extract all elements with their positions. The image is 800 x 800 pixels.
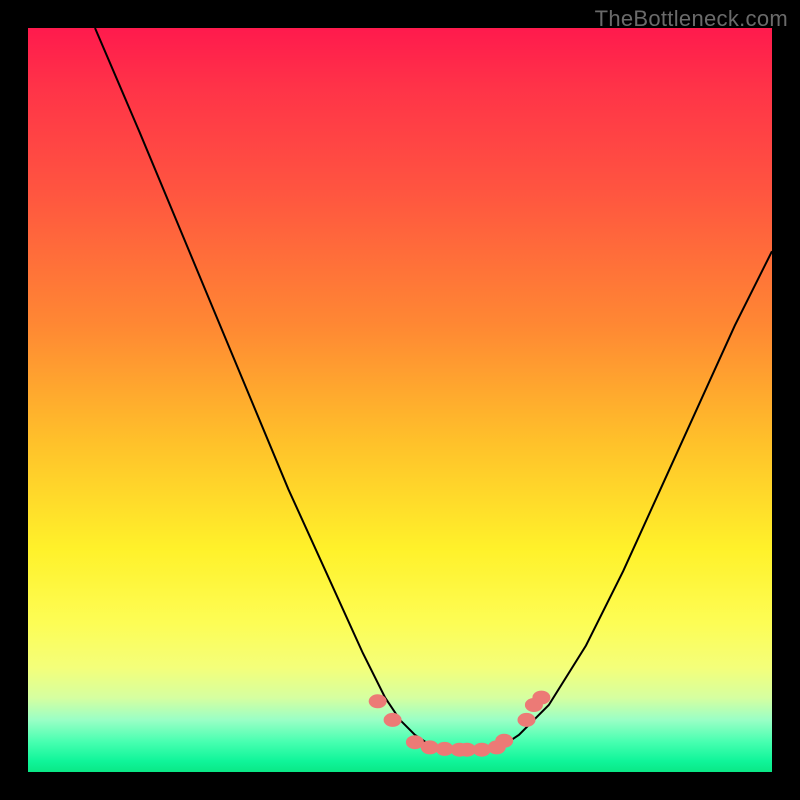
marker-group bbox=[369, 691, 551, 757]
right-curve bbox=[474, 251, 772, 750]
data-marker bbox=[532, 691, 550, 705]
gradient-plot-area bbox=[28, 28, 772, 772]
data-marker bbox=[518, 713, 536, 727]
data-marker bbox=[384, 713, 402, 727]
overlay-svg bbox=[28, 28, 772, 772]
outer-frame: TheBottleneck.com bbox=[0, 0, 800, 800]
data-marker bbox=[473, 743, 491, 757]
data-marker bbox=[495, 734, 513, 748]
data-marker bbox=[369, 694, 387, 708]
left-curve bbox=[95, 28, 460, 750]
